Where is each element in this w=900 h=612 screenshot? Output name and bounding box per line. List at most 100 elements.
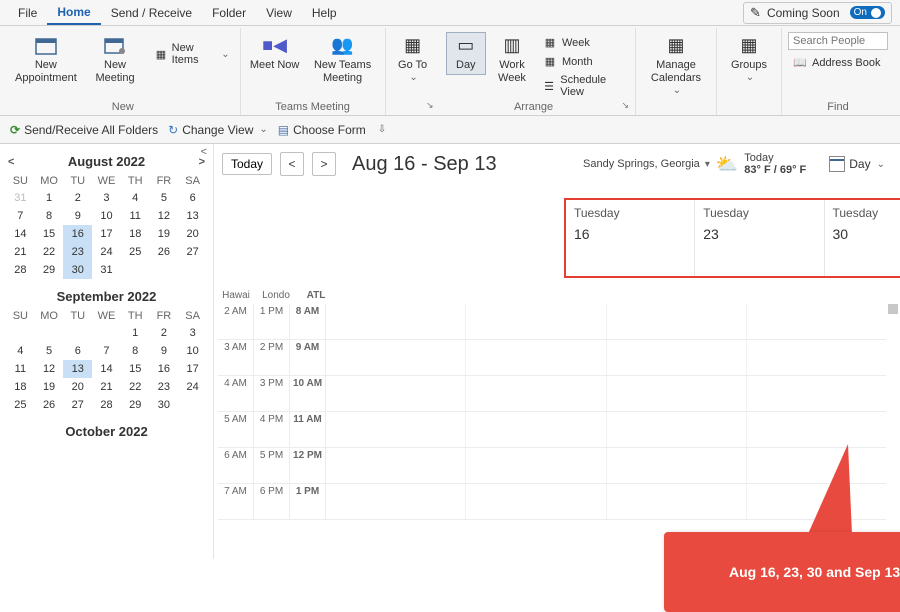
time-slot[interactable] — [466, 484, 606, 519]
day-cell[interactable]: 19 — [150, 225, 179, 243]
time-grid[interactable]: 2 AM1 PM8 AM3 AM2 PM9 AM4 AM3 PM10 AM5 A… — [218, 304, 886, 559]
day-cell[interactable]: 31 — [92, 261, 121, 279]
day-cell[interactable]: 14 — [92, 360, 121, 378]
day-cell[interactable]: 25 — [121, 243, 150, 261]
day-cell[interactable]: 17 — [92, 225, 121, 243]
day-cell[interactable]: 16 — [63, 225, 92, 243]
day-cell[interactable]: 11 — [121, 207, 150, 225]
choose-form-button[interactable]: ▤Choose Form — [278, 123, 366, 137]
day-cell[interactable]: 4 — [6, 342, 35, 360]
time-slot[interactable] — [326, 448, 466, 483]
day-cell[interactable]: 4 — [121, 189, 150, 207]
day-cell[interactable]: 26 — [150, 243, 179, 261]
time-slot[interactable] — [326, 376, 466, 411]
day-cell[interactable]: 24 — [178, 378, 207, 396]
day-cell[interactable]: 29 — [35, 261, 64, 279]
today-button[interactable]: Today — [222, 153, 272, 175]
time-slots[interactable] — [326, 412, 886, 447]
day-cell[interactable]: 18 — [6, 378, 35, 396]
schedule-view-button[interactable]: ☰Schedule View — [538, 72, 629, 100]
day-cell[interactable]: 24 — [92, 243, 121, 261]
day-cell[interactable]: 2 — [150, 324, 179, 342]
day-cell[interactable]: 25 — [6, 396, 35, 414]
day-cell[interactable]: 13 — [178, 207, 207, 225]
time-slot[interactable] — [747, 304, 886, 339]
day-cell[interactable]: 10 — [92, 207, 121, 225]
month-view-button[interactable]: ▦Month — [538, 53, 629, 70]
day-cell[interactable]: 6 — [63, 342, 92, 360]
change-view-button[interactable]: ↻Change View⌄ — [168, 123, 268, 137]
time-slot[interactable] — [466, 340, 606, 375]
day-cell[interactable]: 31 — [6, 189, 35, 207]
new-items-button[interactable]: ▦New Items⌄ — [150, 40, 233, 68]
day-cell[interactable]: 9 — [150, 342, 179, 360]
prev-month-button[interactable]: < — [8, 156, 14, 168]
day-cell[interactable]: 10 — [178, 342, 207, 360]
day-cell[interactable]: 8 — [121, 342, 150, 360]
time-slot[interactable] — [326, 484, 466, 519]
address-book-button[interactable]: 📖Address Book — [788, 54, 884, 71]
prev-date-button[interactable]: < — [280, 152, 304, 176]
meet-now-button[interactable]: ■◀ Meet Now — [247, 32, 303, 75]
day-cell[interactable]: 26 — [35, 396, 64, 414]
toggle-on-badge[interactable]: On — [850, 6, 885, 19]
day-cell[interactable]: 16 — [150, 360, 179, 378]
day-cell[interactable]: 18 — [121, 225, 150, 243]
time-slot[interactable] — [607, 412, 747, 447]
day-cell[interactable]: 17 — [178, 360, 207, 378]
time-slots[interactable] — [326, 484, 886, 519]
menu-home[interactable]: Home — [47, 1, 100, 25]
menu-file[interactable]: File — [8, 2, 47, 24]
day-cell[interactable]: 27 — [63, 396, 92, 414]
day-cell[interactable]: 23 — [63, 243, 92, 261]
new-teams-meeting-button[interactable]: 👥 New Teams Meeting — [307, 32, 379, 88]
day-cell[interactable]: 30 — [63, 261, 92, 279]
time-slot[interactable] — [607, 448, 747, 483]
day-cell[interactable]: 28 — [6, 261, 35, 279]
day-cell[interactable]: 11 — [6, 360, 35, 378]
search-people-input[interactable] — [788, 32, 888, 50]
day-cell[interactable]: 23 — [150, 378, 179, 396]
day-cell[interactable]: 22 — [121, 378, 150, 396]
day-cell[interactable]: 5 — [150, 189, 179, 207]
time-slot[interactable] — [747, 376, 886, 411]
day-cell[interactable]: 12 — [35, 360, 64, 378]
time-slot[interactable] — [607, 484, 747, 519]
time-slots[interactable] — [326, 304, 886, 339]
weather-panel[interactable]: Sandy Springs, Georgia▾ ⛅ Today 83° F / … — [583, 152, 806, 176]
scrollbar[interactable] — [888, 304, 898, 314]
new-appointment-button[interactable]: New Appointment — [12, 32, 80, 88]
day-cell[interactable]: 22 — [35, 243, 64, 261]
goto-dialog-launcher[interactable]: ↘ — [426, 100, 434, 113]
coming-soon-toggle[interactable]: ✎ Coming Soon On — [743, 2, 892, 24]
day-cell[interactable]: 20 — [178, 225, 207, 243]
day-cell[interactable]: 3 — [178, 324, 207, 342]
day-cell[interactable]: 15 — [121, 360, 150, 378]
selected-day-cell[interactable]: Tuesday16 — [566, 200, 695, 276]
day-cell[interactable]: 5 — [35, 342, 64, 360]
overflow-button[interactable]: ⇩ — [376, 124, 386, 135]
time-slot[interactable] — [466, 376, 606, 411]
time-slot[interactable] — [326, 304, 466, 339]
time-slots[interactable] — [326, 376, 886, 411]
time-slot[interactable] — [747, 340, 886, 375]
day-cell[interactable]: 7 — [6, 207, 35, 225]
next-month-button[interactable]: > — [199, 156, 205, 168]
day-cell[interactable]: 21 — [92, 378, 121, 396]
day-cell[interactable]: 15 — [35, 225, 64, 243]
day-cell[interactable]: 28 — [92, 396, 121, 414]
menu-view[interactable]: View — [256, 2, 302, 24]
time-slot[interactable] — [466, 412, 606, 447]
time-slot[interactable] — [466, 448, 606, 483]
next-date-button[interactable]: > — [312, 152, 336, 176]
time-slots[interactable] — [326, 340, 886, 375]
menu-send-receive[interactable]: Send / Receive — [101, 2, 202, 24]
day-cell[interactable]: 19 — [35, 378, 64, 396]
day-cell[interactable]: 9 — [63, 207, 92, 225]
day-cell[interactable]: 3 — [92, 189, 121, 207]
work-week-button[interactable]: ▥ Work Week — [490, 32, 534, 88]
time-slot[interactable] — [607, 376, 747, 411]
go-to-button[interactable]: ▦ Go To⌄ — [392, 32, 434, 87]
time-slot[interactable] — [747, 412, 886, 447]
day-cell[interactable]: 27 — [178, 243, 207, 261]
